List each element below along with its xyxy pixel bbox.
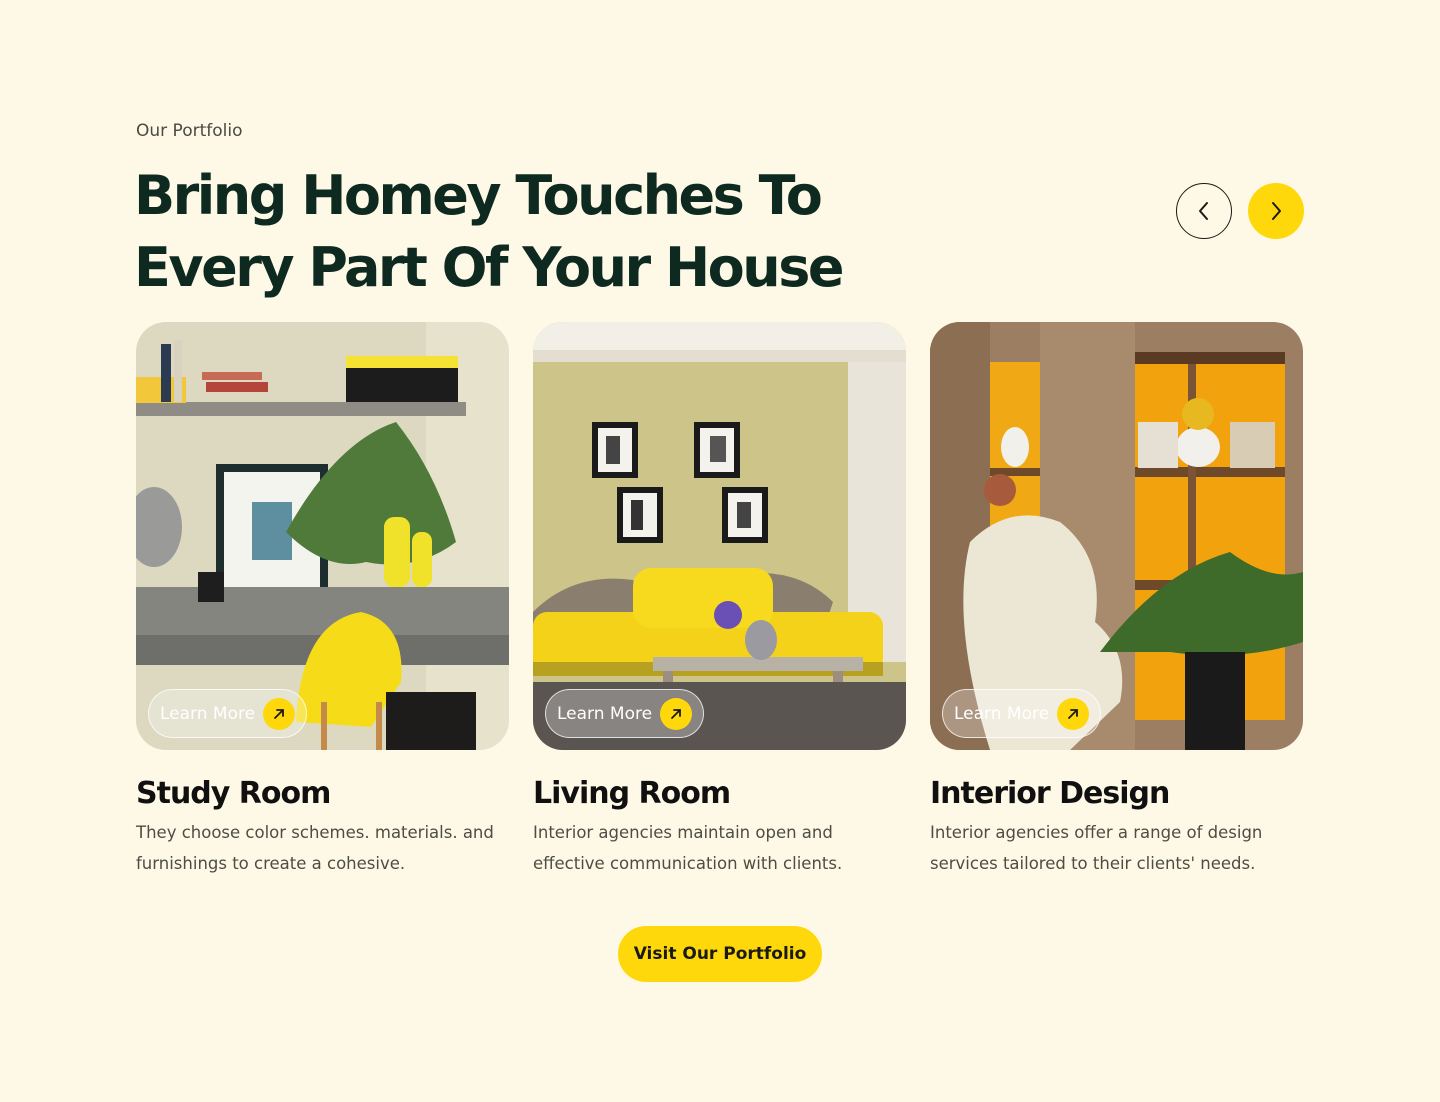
portfolio-card-study-room: Learn More Study Room They choose color … (136, 322, 509, 879)
living-room-photo: Learn More (533, 322, 906, 750)
visit-portfolio-button[interactable]: Visit Our Portfolio (618, 926, 822, 982)
headline-line-1: Bring Homey Touches To (134, 164, 823, 227)
portfolio-headline: Bring Homey Touches To Every Part Of You… (134, 160, 954, 304)
learn-more-button[interactable]: Learn More (148, 689, 307, 738)
chevron-right-icon (1272, 202, 1281, 220)
learn-more-button[interactable]: Learn More (545, 689, 704, 738)
learn-more-label: Learn More (557, 703, 653, 724)
carousel-prev-button[interactable] (1176, 183, 1232, 239)
card-description: Interior agencies offer a range of desig… (930, 823, 1263, 873)
carousel-next-button[interactable] (1248, 183, 1304, 239)
portfolio-card-interior-design: Learn More Interior Design Interior agen… (930, 322, 1303, 879)
learn-more-label: Learn More (160, 703, 256, 724)
card-title: Interior Design (930, 776, 1170, 811)
arrow-up-right-icon (660, 698, 692, 730)
portfolio-card-living-room: Learn More Living Room Interior agencies… (533, 322, 906, 879)
card-title: Living Room (533, 776, 731, 811)
card-title: Study Room (136, 776, 331, 811)
headline-line-2: Every Part Of Your House (134, 236, 844, 299)
study-room-photo: Learn More (136, 322, 509, 750)
arrow-up-right-icon (1057, 698, 1089, 730)
portfolio-eyebrow: Our Portfolio (136, 121, 243, 141)
learn-more-label: Learn More (954, 703, 1050, 724)
card-description: Interior agencies maintain open and effe… (533, 823, 843, 873)
learn-more-button[interactable]: Learn More (942, 689, 1101, 738)
card-description: They choose color schemes. materials. an… (136, 823, 494, 873)
arrow-up-right-icon (263, 698, 295, 730)
chevron-left-icon (1199, 202, 1208, 220)
interior-design-photo: Learn More (930, 322, 1303, 750)
